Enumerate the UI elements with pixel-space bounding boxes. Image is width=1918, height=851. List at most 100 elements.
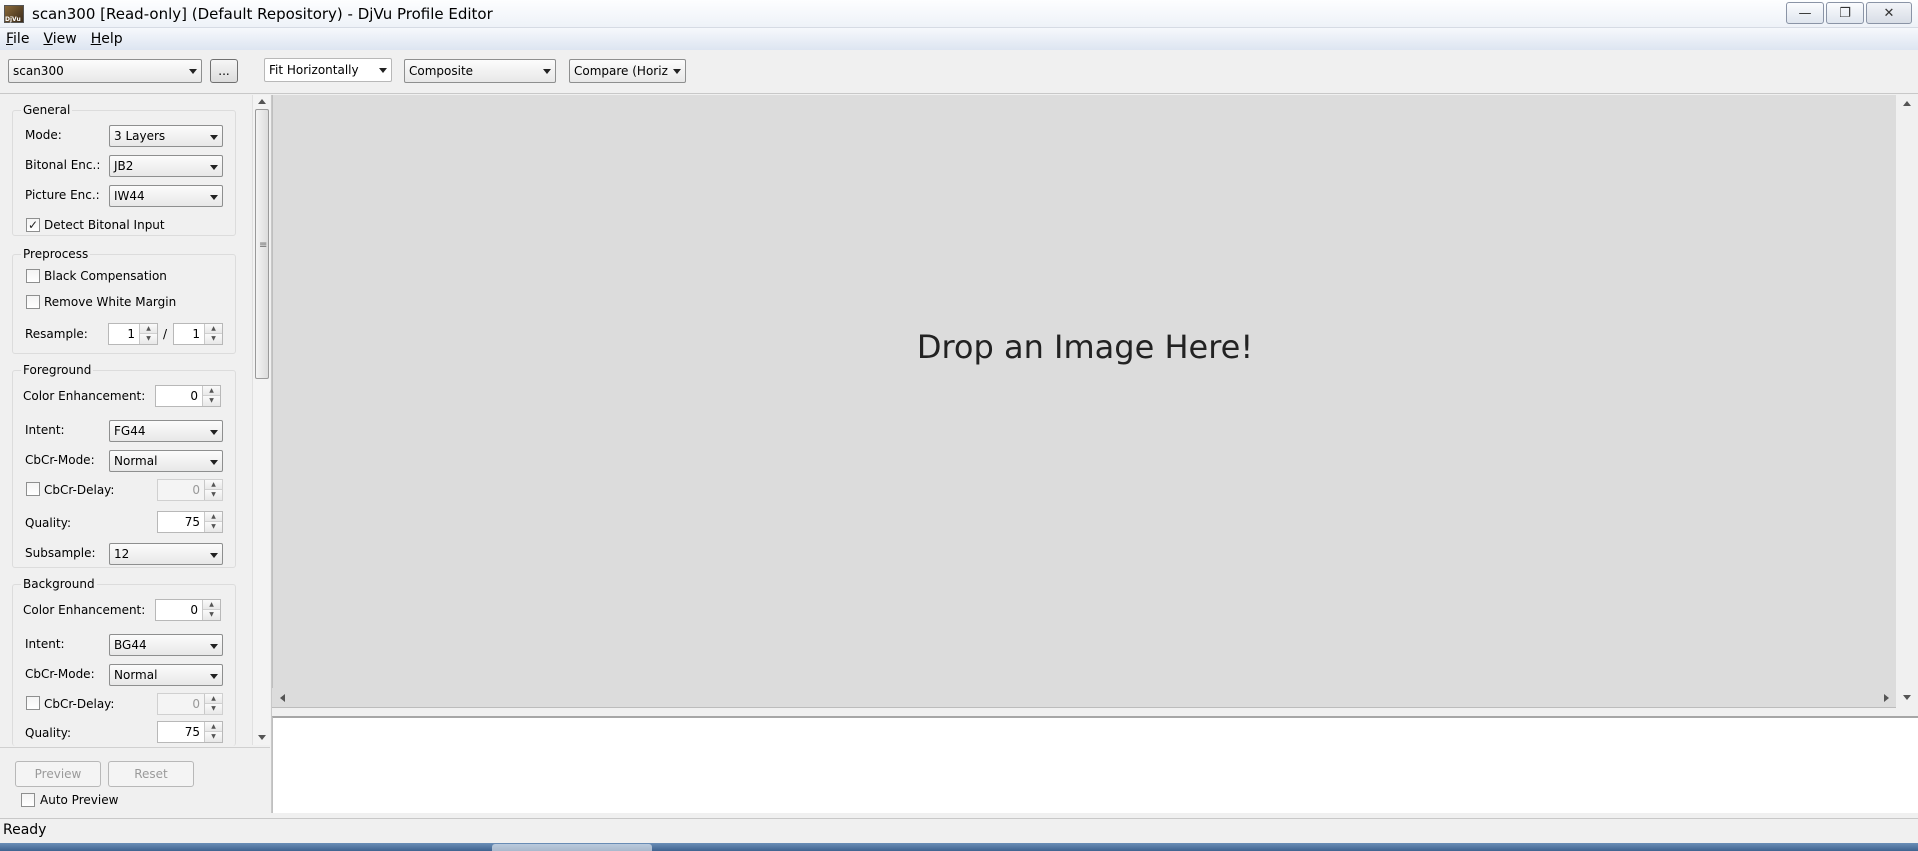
spin-down-icon[interactable]: ▼ (203, 610, 220, 620)
bg-cbcr-delay-label: CbCr-Delay: (44, 697, 115, 711)
chevron-down-icon (210, 430, 218, 435)
menu-help[interactable]: Help (91, 31, 123, 47)
spin-up-icon[interactable]: ▲ (205, 324, 222, 334)
taskbar (0, 843, 1918, 851)
chevron-down-icon (210, 165, 218, 170)
drop-hint: Drop an Image Here! (916, 327, 1254, 366)
spin-up-icon[interactable]: ▲ (140, 324, 157, 334)
window-controls: — ❐ ✕ (1786, 2, 1912, 24)
detect-bitonal-checkbox[interactable]: ✓ (26, 218, 40, 232)
bg-cbcr-mode-select[interactable]: Normal (109, 664, 223, 686)
scroll-up-icon[interactable] (258, 99, 266, 104)
log-output[interactable] (272, 716, 1918, 813)
scroll-left-icon[interactable] (280, 694, 285, 702)
group-title: Preprocess (21, 247, 91, 261)
profile-select[interactable]: scan300 (8, 59, 202, 83)
preview-button[interactable]: Preview (15, 761, 101, 787)
mode-select[interactable]: 3 Layers (109, 125, 223, 147)
toolbar: scan300 ... Fit Horizontally Composite C… (0, 50, 1918, 94)
menu-view[interactable]: View (43, 31, 76, 47)
spin-up-icon[interactable]: ▲ (205, 694, 222, 704)
fg-cbcr-delay-label: CbCr-Delay: (44, 483, 115, 497)
compare-select[interactable]: Compare (Horiz (569, 59, 686, 83)
fg-cbcr-delay-checkbox[interactable] (26, 482, 40, 496)
foreground-group: Foreground Color Enhancement: 0 ▲ ▼ Inten… (12, 363, 236, 568)
close-button[interactable]: ✕ (1866, 2, 1912, 24)
taskbar-item[interactable] (492, 844, 652, 851)
window-title: scan300 [Read-only] (Default Repository)… (32, 4, 493, 23)
bg-intent-select[interactable]: BG44 (109, 634, 223, 656)
group-title: Foreground (21, 363, 94, 377)
detect-bitonal-label: Detect Bitonal Input (44, 218, 165, 232)
spin-up-icon[interactable]: ▲ (205, 512, 222, 522)
remove-white-margin-checkbox[interactable] (26, 295, 40, 309)
scroll-right-icon[interactable] (1884, 694, 1889, 702)
spin-down-icon[interactable]: ▼ (205, 522, 222, 532)
fg-color-enhancement-stepper[interactable]: 0 ▲ ▼ (155, 385, 221, 407)
bg-quality-stepper[interactable]: 75 ▲ ▼ (157, 721, 223, 743)
preprocess-group: Preprocess Black Compensation Remove Whi… (12, 247, 236, 354)
fg-cbcr-delay-stepper[interactable]: 0 ▲ ▼ (157, 479, 223, 501)
bitonal-enc-label: Bitonal Enc.: (25, 158, 101, 172)
restore-button[interactable]: ❐ (1826, 2, 1864, 24)
scroll-up-icon[interactable] (1903, 101, 1911, 106)
reset-button[interactable]: Reset (108, 761, 194, 787)
black-compensation-checkbox[interactable] (26, 269, 40, 283)
title-bar: scan300 [Read-only] (Default Repository)… (0, 0, 1918, 28)
group-title: General (21, 103, 73, 117)
fg-quality-stepper[interactable]: 75 ▲ ▼ (157, 511, 223, 533)
fg-subsample-label: Subsample: (25, 546, 96, 560)
chevron-down-icon (543, 69, 551, 74)
spin-up-icon[interactable]: ▲ (203, 600, 220, 610)
spin-down-icon[interactable]: ▼ (205, 334, 222, 344)
resample-numerator-stepper[interactable]: 1 ▲ ▼ (108, 323, 158, 345)
menu-file[interactable]: File (6, 31, 29, 47)
display-mode-select[interactable]: Composite (404, 59, 556, 83)
picture-enc-select[interactable]: IW44 (109, 185, 223, 207)
resample-separator: / (163, 327, 168, 341)
bg-cbcr-mode-label: CbCr-Mode: (25, 667, 95, 681)
chevron-down-icon (210, 644, 218, 649)
app-icon (4, 4, 24, 23)
fg-cbcr-mode-label: CbCr-Mode: (25, 453, 95, 467)
bg-color-enhancement-stepper[interactable]: 0 ▲ ▼ (155, 599, 221, 621)
bg-color-enhancement-label: Color Enhancement: (23, 603, 146, 617)
scroll-down-icon[interactable] (258, 735, 266, 740)
spin-down-icon[interactable]: ▼ (205, 704, 222, 714)
chevron-down-icon (210, 460, 218, 465)
vertical-scrollbar[interactable] (1896, 95, 1918, 708)
browse-button[interactable]: ... (210, 59, 238, 83)
zoom-select[interactable]: Fit Horizontally (264, 58, 392, 82)
spin-up-icon[interactable]: ▲ (205, 722, 222, 732)
fg-intent-select[interactable]: FG44 (109, 420, 223, 442)
spin-down-icon[interactable]: ▼ (205, 490, 222, 500)
horizontal-scrollbar[interactable] (272, 688, 1896, 708)
group-title: Background (21, 577, 97, 591)
auto-preview-checkbox[interactable] (21, 793, 35, 807)
general-group: General Mode: 3 Layers Bitonal Enc.: JB2… (12, 103, 236, 236)
fg-subsample-select[interactable]: 12 (109, 543, 223, 565)
spin-down-icon[interactable]: ▼ (140, 334, 157, 344)
bg-cbcr-delay-stepper[interactable]: 0 ▲ ▼ (157, 693, 223, 715)
background-group: Background Color Enhancement: 0 ▲ ▼ Inten… (12, 577, 236, 746)
fg-cbcr-mode-select[interactable]: Normal (109, 450, 223, 472)
spin-down-icon[interactable]: ▼ (203, 396, 220, 406)
checkmark-icon: ✓ (27, 218, 39, 232)
spin-up-icon[interactable]: ▲ (203, 386, 220, 396)
bg-cbcr-delay-checkbox[interactable] (26, 696, 40, 710)
bg-intent-label: Intent: (25, 637, 65, 651)
resample-denominator-stepper[interactable]: 1 ▲ ▼ (173, 323, 223, 345)
scroll-down-icon[interactable] (1903, 695, 1911, 700)
image-drop-area[interactable]: Drop an Image Here! (272, 95, 1896, 688)
bg-quality-label: Quality: (25, 726, 72, 740)
mode-label: Mode: (25, 128, 62, 142)
spin-up-icon[interactable]: ▲ (205, 480, 222, 490)
minimize-button[interactable]: — (1786, 2, 1824, 24)
settings-scrollbar[interactable]: ≡ (252, 95, 270, 745)
spin-down-icon[interactable]: ▼ (205, 732, 222, 742)
scrollbar-thumb[interactable]: ≡ (255, 109, 269, 379)
fg-intent-label: Intent: (25, 423, 65, 437)
status-text: Ready (3, 822, 47, 838)
bitonal-enc-select[interactable]: JB2 (109, 155, 223, 177)
chevron-down-icon (673, 69, 681, 74)
